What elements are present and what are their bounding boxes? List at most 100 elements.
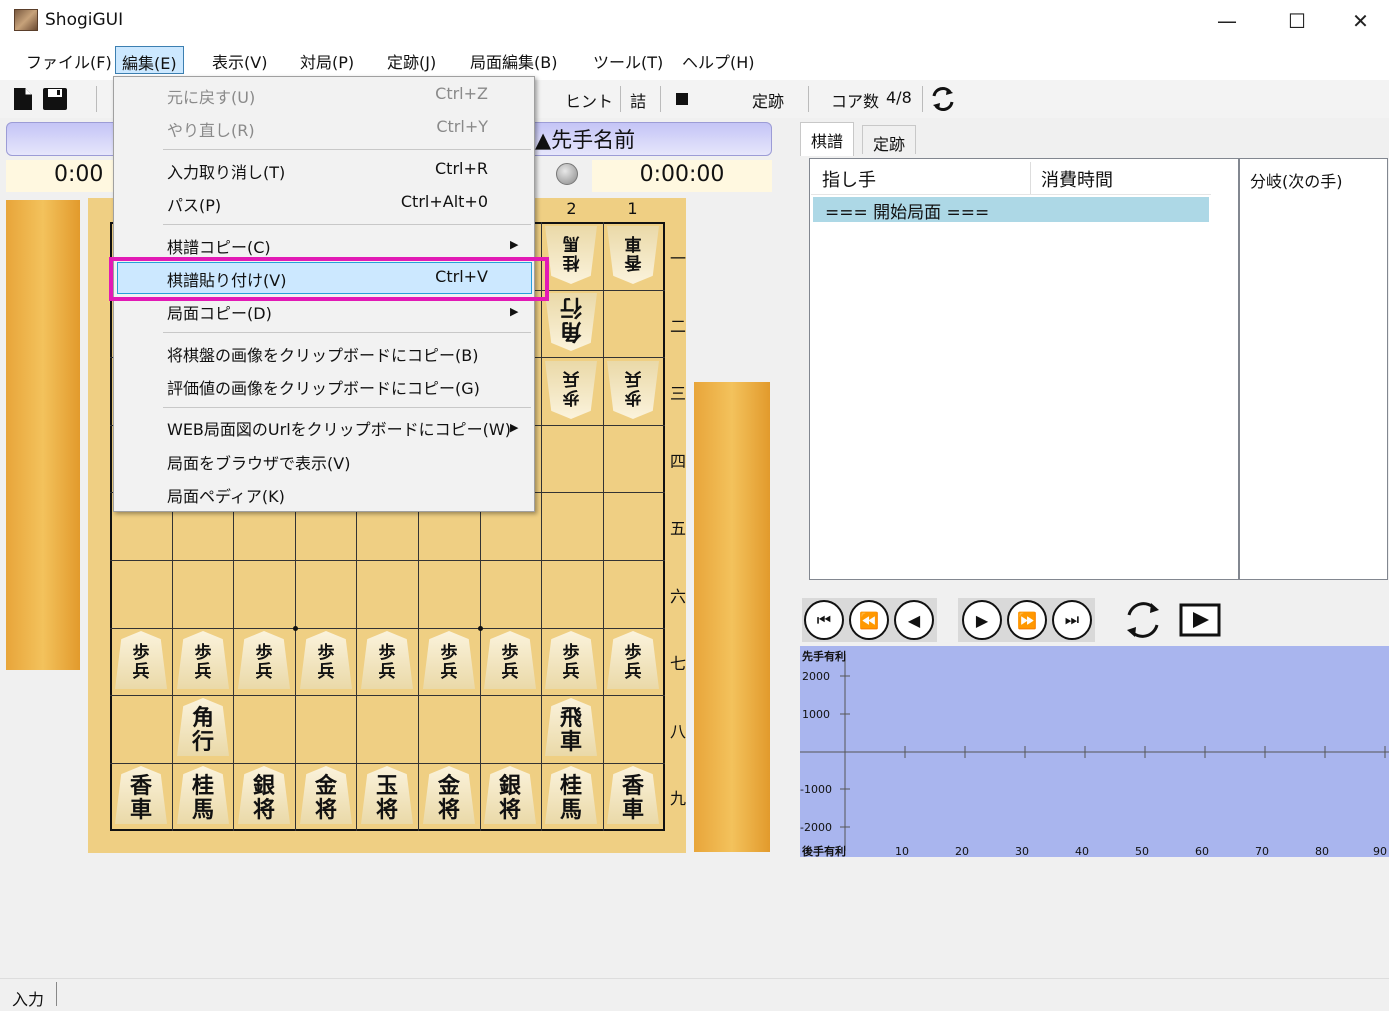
app-icon: [14, 9, 38, 31]
new-file-icon[interactable]: [12, 87, 34, 111]
menu-tools[interactable]: ツール(T): [587, 46, 669, 74]
menu-copy-eval-image[interactable]: 評価値の画像をクリップボードにコピー(G): [167, 375, 480, 399]
menu-position-pedia[interactable]: 局面ペディア(K): [167, 483, 285, 507]
rook-piece[interactable]: 飛車: [545, 698, 597, 756]
menu-edit[interactable]: 編集(E): [115, 46, 184, 74]
y-tick-label: 1000: [802, 708, 830, 721]
flip-board-icon[interactable]: [930, 86, 956, 112]
gold-piece[interactable]: 金将: [300, 766, 352, 824]
refresh-icon[interactable]: [1121, 599, 1165, 641]
branch-list[interactable]: [1239, 158, 1388, 580]
menu-redo[interactable]: やり直し(R): [167, 117, 255, 141]
tab-kifu[interactable]: 棋譜: [800, 122, 855, 156]
play-video-icon[interactable]: [1179, 601, 1223, 639]
cores-value[interactable]: 4/8: [886, 88, 912, 107]
hint-button[interactable]: ヒント: [565, 88, 613, 112]
back-one-icon[interactable]: ◀: [894, 600, 934, 640]
gote-knight-piece[interactable]: 桂馬: [545, 226, 597, 284]
menu-undo[interactable]: 元に戻す(U): [167, 84, 255, 108]
first-move-icon[interactable]: ⏮: [804, 600, 844, 640]
pawn-piece[interactable]: 歩兵: [484, 631, 536, 689]
rank-label: 二: [669, 317, 686, 336]
tab-joseki[interactable]: 定跡: [862, 125, 917, 154]
column-header-move[interactable]: 指し手: [822, 166, 876, 192]
menu-copy-position[interactable]: 局面コピー(D): [167, 300, 272, 324]
pawn-piece[interactable]: 歩兵: [115, 631, 167, 689]
cores-label: コア数: [831, 92, 880, 111]
sente-piece-stand[interactable]: [694, 382, 770, 852]
rank-label: 五: [669, 519, 686, 538]
close-button[interactable]: ✕: [1332, 0, 1389, 42]
king-piece[interactable]: 玉将: [361, 766, 413, 824]
menu-view[interactable]: 表示(V): [206, 46, 273, 74]
pawn-piece[interactable]: 歩兵: [423, 631, 475, 689]
submenu-arrow-icon: ▶: [510, 238, 519, 251]
gold-piece[interactable]: 金将: [423, 766, 475, 824]
evaluation-graph-axes: [800, 654, 1389, 851]
forward-one-icon[interactable]: ▶: [962, 600, 1002, 640]
menu-pass-shortcut: Ctrl+Alt+0: [400, 192, 488, 211]
x-tick-label: 30: [1015, 845, 1029, 858]
y-tick-label: -1000: [800, 783, 832, 796]
menu-cancel-input[interactable]: 入力取り消し(T): [167, 159, 285, 183]
menu-separator: [163, 332, 531, 333]
rank-label: 七: [669, 654, 686, 673]
silver-piece[interactable]: 銀将: [484, 766, 536, 824]
x-tick-label: 10: [895, 845, 909, 858]
menu-joseki[interactable]: 定跡(J): [381, 46, 442, 74]
pawn-piece[interactable]: 歩兵: [545, 631, 597, 689]
menu-copy-web-url[interactable]: WEB局面図のUrlをクリップボードにコピー(W): [167, 416, 511, 440]
kifu-row-selected[interactable]: === 開始局面 ===: [813, 197, 1209, 223]
joseki-button[interactable]: 定跡: [752, 88, 784, 112]
column-divider[interactable]: [1030, 162, 1031, 194]
column-header-time[interactable]: 消費時間: [1041, 166, 1113, 192]
menu-copy-board-image[interactable]: 将棋盤の画像をクリップボードにコピー(B): [167, 342, 478, 366]
turn-indicator-lamp: [556, 163, 578, 185]
pawn-piece[interactable]: 歩兵: [300, 631, 352, 689]
menu-edit-position[interactable]: 局面編集(B): [464, 46, 563, 74]
back-ten-icon[interactable]: ⏪: [849, 600, 889, 640]
grid-line: [110, 762, 665, 764]
menu-file[interactable]: ファイル(F): [20, 46, 118, 74]
silver-piece[interactable]: 銀将: [238, 766, 290, 824]
lance-piece[interactable]: 香車: [115, 766, 167, 824]
lance-piece[interactable]: 香車: [607, 766, 659, 824]
menu-redo-shortcut: Ctrl+Y: [436, 117, 488, 136]
minimize-icon: —: [1217, 9, 1237, 33]
pawn-piece[interactable]: 歩兵: [238, 631, 290, 689]
x-tick-label: 90: [1373, 845, 1387, 858]
toolbar-separator: [620, 86, 621, 112]
save-icon[interactable]: [42, 87, 68, 111]
file-label: 1: [627, 199, 638, 218]
maximize-icon: ☐: [1288, 9, 1306, 33]
stop-icon[interactable]: [676, 93, 688, 105]
menu-game[interactable]: 対局(P): [294, 46, 360, 74]
y-tick-label: -2000: [800, 821, 832, 834]
submenu-arrow-icon: ▶: [510, 305, 519, 318]
pawn-piece[interactable]: 歩兵: [607, 631, 659, 689]
gote-lance-piece[interactable]: 香車: [607, 226, 659, 284]
mate-search-button[interactable]: 詰: [630, 88, 646, 112]
menu-separator: [163, 224, 531, 225]
pawn-piece[interactable]: 歩兵: [177, 631, 229, 689]
toolbar-separator: [808, 86, 809, 112]
menu-show-in-browser[interactable]: 局面をブラウザで表示(V): [167, 450, 350, 474]
menu-help[interactable]: ヘルプ(H): [676, 46, 761, 74]
minimize-button[interactable]: —: [1192, 0, 1262, 42]
gote-piece-stand[interactable]: [6, 200, 80, 670]
maximize-button[interactable]: ☐: [1262, 0, 1332, 42]
bishop-piece[interactable]: 角行: [177, 698, 229, 756]
gote-bishop-piece[interactable]: 角行: [545, 293, 597, 351]
menu-copy-kifu[interactable]: 棋譜コピー(C): [167, 234, 271, 258]
toolbar-separator: [96, 86, 97, 112]
grid-line: [602, 222, 604, 831]
menu-pass[interactable]: パス(P): [167, 192, 221, 216]
gote-pawn-piece[interactable]: 歩兵: [607, 361, 659, 419]
pawn-piece[interactable]: 歩兵: [361, 631, 413, 689]
knight-piece[interactable]: 桂馬: [177, 766, 229, 824]
gote-pawn-piece[interactable]: 歩兵: [545, 361, 597, 419]
forward-ten-icon[interactable]: ⏩: [1007, 600, 1047, 640]
knight-piece[interactable]: 桂馬: [545, 766, 597, 824]
last-move-icon[interactable]: ⏭: [1052, 600, 1092, 640]
rank-label: 四: [669, 452, 686, 471]
